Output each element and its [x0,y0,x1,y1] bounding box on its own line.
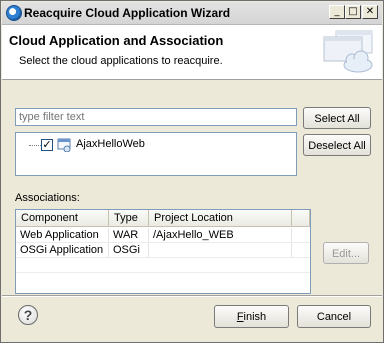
wizard-header: Cloud Application and Association Select… [2,25,382,80]
tree-item-label[interactable]: AjaxHelloWeb [76,138,145,150]
column-header-filler [292,210,310,227]
close-button[interactable]: ✕ [362,5,378,19]
edit-button[interactable]: Edit... [323,242,369,264]
filter-input[interactable] [15,108,297,126]
column-header-project-location[interactable]: Project Location [149,210,292,227]
associations-table[interactable]: Component Type Project Location Web Appl… [15,209,311,294]
table-cell[interactable]: WAR [109,228,149,243]
column-header-component[interactable]: Component [16,210,109,227]
cloud-wizard-banner-icon [323,30,373,73]
wizard-dialog: Reacquire Cloud Application Wizard _ □ ✕… [0,0,384,343]
table-cell[interactable]: OSGi Application [16,243,109,258]
page-description: Select the cloud applications to reacqui… [19,55,223,67]
tree-connector [29,145,41,146]
table-cell[interactable]: Web Application [16,228,109,243]
row-divider [16,272,310,273]
title-bar[interactable]: Reacquire Cloud Application Wizard _ □ ✕ [2,2,382,25]
finish-button[interactable]: Finish [214,305,289,328]
cloud-app-icon [57,138,71,152]
finish-button-label: inish [243,311,267,323]
help-icon[interactable]: ? [18,305,38,325]
window-title: Reacquire Cloud Application Wizard [24,6,231,20]
row-divider [16,257,310,258]
eclipse-icon [6,5,22,21]
deselect-all-button[interactable]: Deselect All [303,134,371,156]
table-cell[interactable] [149,243,292,258]
maximize-button[interactable]: □ [345,5,361,19]
ajaxhelloweb-checkbox[interactable]: ✓ [41,139,53,151]
footer-separator [2,295,382,297]
select-all-button[interactable]: Select All [303,107,371,129]
column-header-type[interactable]: Type [109,210,149,227]
minimize-button[interactable]: _ [329,5,345,19]
application-tree[interactable]: ✓ AjaxHelloWeb [15,132,297,176]
associations-label: Associations: [15,192,80,204]
page-title: Cloud Application and Association [9,33,224,48]
table-cell[interactable]: /AjaxHello_WEB [149,228,292,243]
cancel-button[interactable]: Cancel [297,305,371,328]
table-cell[interactable]: OSGi [109,243,149,258]
